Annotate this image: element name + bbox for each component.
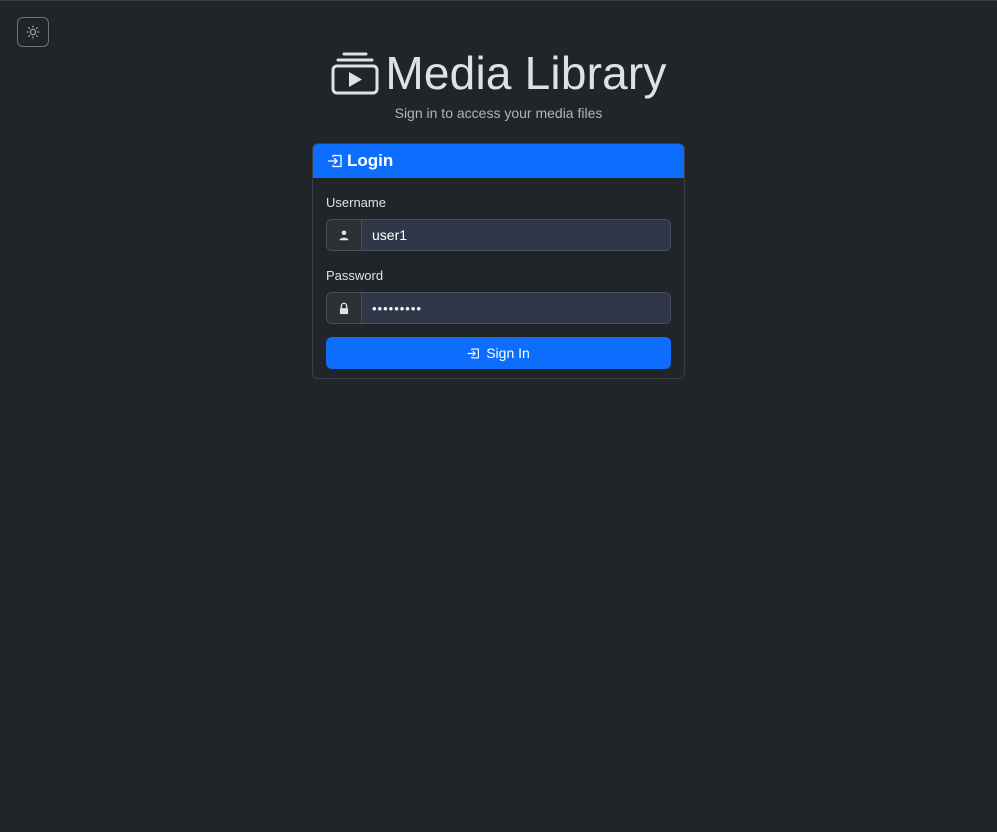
username-label: Username xyxy=(326,195,386,210)
password-field[interactable]: ••••••••• xyxy=(362,293,670,323)
sign-in-label: Sign In xyxy=(486,345,530,361)
box-arrow-in-right-icon xyxy=(327,153,343,169)
page-subtitle: Sign in to access your media files xyxy=(394,105,603,121)
page-title: Media Library xyxy=(385,47,667,99)
box-arrow-in-right-icon xyxy=(467,347,480,360)
collection-play-icon xyxy=(330,50,380,96)
person-icon xyxy=(338,229,350,241)
password-label: Password xyxy=(326,268,384,283)
login-card-title: Login xyxy=(347,151,394,170)
login-form: Username user1 Password ••••••••• Sign I… xyxy=(313,195,684,369)
title-row: Media Library xyxy=(0,44,997,102)
top-border xyxy=(0,0,997,1)
lock-icon xyxy=(338,302,350,315)
login-card: Login Username user1 Password ••••••••• … xyxy=(312,143,685,379)
username-field[interactable]: user1 xyxy=(362,220,670,250)
username-addon xyxy=(327,220,362,250)
password-input-group: ••••••••• xyxy=(326,292,671,324)
page-header: Media Library Sign in to access your med… xyxy=(0,44,997,121)
username-input-group: user1 xyxy=(326,219,671,251)
sun-icon xyxy=(26,25,40,39)
theme-toggle-button[interactable] xyxy=(17,17,49,47)
sign-in-button[interactable]: Sign In xyxy=(326,337,671,369)
password-addon xyxy=(327,293,362,323)
login-card-header: Login xyxy=(313,144,684,178)
